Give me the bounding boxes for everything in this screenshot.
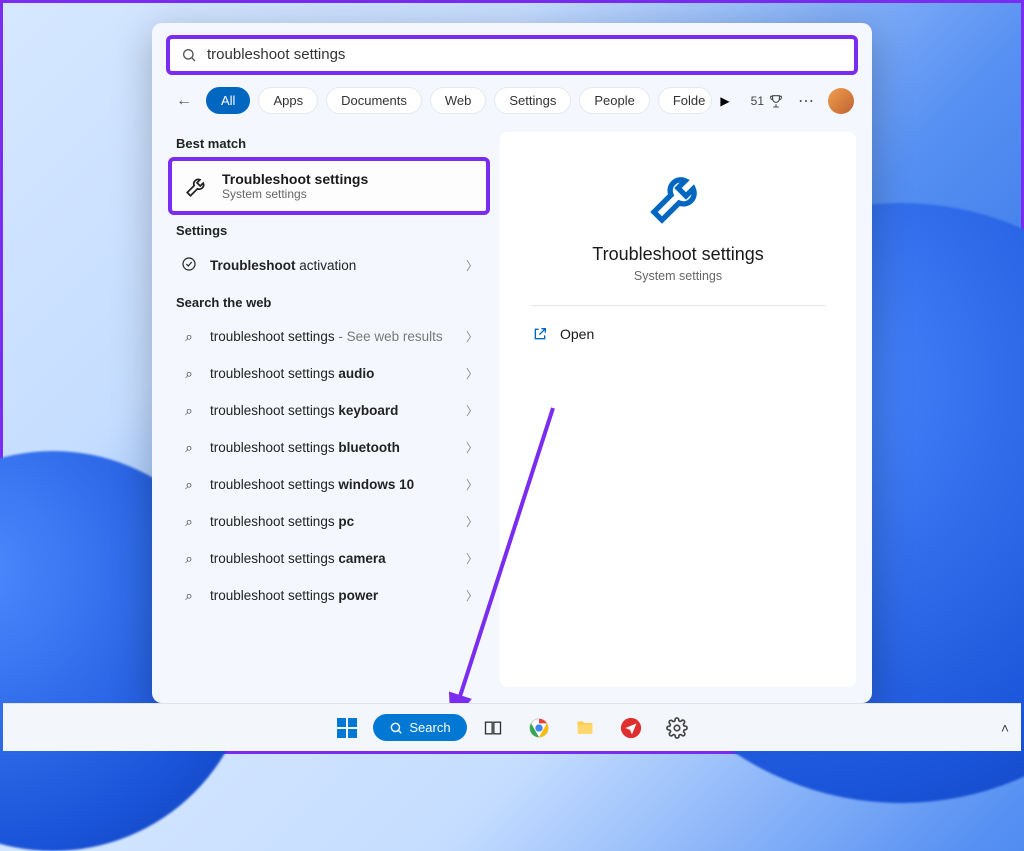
best-match-header: Best match	[170, 126, 488, 159]
taskbar-search-label: Search	[409, 720, 450, 735]
result-text-bold: camera	[338, 551, 385, 566]
gear-icon	[666, 717, 688, 739]
result-text: activation	[299, 258, 356, 273]
search-icon: ⌕	[180, 477, 198, 493]
filter-row: ← All Apps Documents Web Settings People…	[152, 81, 872, 126]
explorer-button[interactable]	[565, 708, 605, 748]
best-match-title: Troubleshoot settings	[222, 171, 368, 187]
web-result[interactable]: ⌕ troubleshoot settings pc 〉	[170, 503, 488, 540]
chevron-right-icon: 〉	[466, 550, 478, 567]
result-text-bold: power	[338, 588, 378, 603]
windows-logo-icon	[337, 718, 357, 738]
web-result[interactable]: ⌕ troubleshoot settings keyboard 〉	[170, 392, 488, 429]
filter-apps[interactable]: Apps	[258, 87, 318, 114]
result-text: troubleshoot settings	[210, 477, 338, 492]
result-text: troubleshoot settings	[210, 366, 338, 381]
search-input[interactable]	[207, 46, 843, 63]
search-icon: ⌕	[180, 551, 198, 567]
filter-folders[interactable]: Folde	[658, 87, 713, 114]
settings-result[interactable]: Troubleshoot activation 〉	[170, 246, 488, 285]
result-text: troubleshoot settings	[210, 403, 338, 418]
chevron-right-icon: 〉	[466, 587, 478, 604]
web-result[interactable]: ⌕ troubleshoot settings - See web result…	[170, 318, 488, 355]
chevron-right-icon: 〉	[466, 476, 478, 493]
filter-settings[interactable]: Settings	[494, 87, 571, 114]
web-result[interactable]: ⌕ troubleshoot settings camera 〉	[170, 540, 488, 577]
more-options-icon[interactable]: ⋯	[792, 91, 820, 111]
search-panel: ← All Apps Documents Web Settings People…	[152, 23, 872, 703]
web-result[interactable]: ⌕ troubleshoot settings windows 10 〉	[170, 466, 488, 503]
search-icon: ⌕	[180, 366, 198, 382]
chrome-button[interactable]	[519, 708, 559, 748]
task-view-button[interactable]	[473, 708, 513, 748]
filter-more-icon[interactable]: ▶	[720, 94, 729, 108]
result-text-bold: audio	[338, 366, 374, 381]
divider	[530, 305, 826, 306]
back-button[interactable]: ←	[170, 88, 198, 114]
result-text-bold: Troubleshoot	[210, 258, 299, 273]
search-icon: ⌕	[180, 403, 198, 419]
result-text: troubleshoot settings	[210, 514, 338, 529]
chrome-icon	[528, 717, 550, 739]
taskbar: Search ˄	[3, 703, 1021, 751]
send-icon	[620, 717, 642, 739]
search-icon: ⌕	[180, 440, 198, 456]
search-icon	[181, 47, 197, 63]
search-icon: ⌕	[180, 514, 198, 530]
search-icon: ⌕	[180, 329, 198, 345]
best-match-item[interactable]: Troubleshoot settings System settings	[170, 159, 488, 213]
chevron-up-icon[interactable]: ˄	[1001, 720, 1009, 736]
result-text-bold: windows 10	[338, 477, 414, 492]
result-text: troubleshoot settings	[210, 329, 335, 344]
wrench-icon	[184, 173, 210, 199]
taskbar-search-button[interactable]: Search	[373, 714, 466, 741]
web-result[interactable]: ⌕ troubleshoot settings bluetooth 〉	[170, 429, 488, 466]
open-icon	[532, 326, 548, 342]
filter-people[interactable]: People	[579, 87, 649, 114]
web-result[interactable]: ⌕ troubleshoot settings audio 〉	[170, 355, 488, 392]
folder-icon	[574, 718, 596, 738]
filter-all[interactable]: All	[206, 87, 250, 114]
web-result[interactable]: ⌕ troubleshoot settings power 〉	[170, 577, 488, 614]
open-action[interactable]: Open	[530, 322, 596, 346]
search-box[interactable]	[168, 37, 856, 73]
result-text-bold: pc	[338, 514, 354, 529]
chevron-right-icon: 〉	[466, 365, 478, 382]
result-text-bold: keyboard	[338, 403, 398, 418]
app-button[interactable]	[611, 708, 651, 748]
rewards-count: 51	[751, 94, 764, 108]
preview-pane: Troubleshoot settings System settings Op…	[500, 132, 856, 687]
check-icon	[180, 256, 198, 275]
settings-header: Settings	[170, 213, 488, 246]
rewards-counter[interactable]: 51	[751, 93, 784, 109]
result-text-bold: bluetooth	[338, 440, 399, 455]
chevron-right-icon: 〉	[466, 513, 478, 530]
settings-button[interactable]	[657, 708, 697, 748]
result-text: troubleshoot settings	[210, 551, 338, 566]
open-label: Open	[560, 326, 594, 342]
start-button[interactable]	[327, 708, 367, 748]
user-avatar[interactable]	[828, 88, 854, 114]
chevron-right-icon: 〉	[466, 439, 478, 456]
trophy-icon	[768, 93, 784, 109]
chevron-right-icon: 〉	[466, 257, 478, 274]
search-icon: ⌕	[180, 588, 198, 604]
result-text: troubleshoot settings	[210, 440, 338, 455]
result-text: troubleshoot settings	[210, 588, 338, 603]
filter-web[interactable]: Web	[430, 87, 487, 114]
chevron-right-icon: 〉	[466, 328, 478, 345]
search-icon	[389, 721, 403, 735]
preview-title: Troubleshoot settings	[592, 244, 763, 265]
preview-subtitle: System settings	[634, 269, 722, 283]
web-header: Search the web	[170, 285, 488, 318]
result-hint: - See web results	[335, 329, 443, 344]
results-column: Best match Troubleshoot settings System …	[152, 126, 492, 703]
best-match-subtitle: System settings	[222, 187, 368, 201]
wrench-icon	[646, 164, 710, 228]
task-view-icon	[483, 718, 503, 738]
filter-documents[interactable]: Documents	[326, 87, 422, 114]
chevron-right-icon: 〉	[466, 402, 478, 419]
